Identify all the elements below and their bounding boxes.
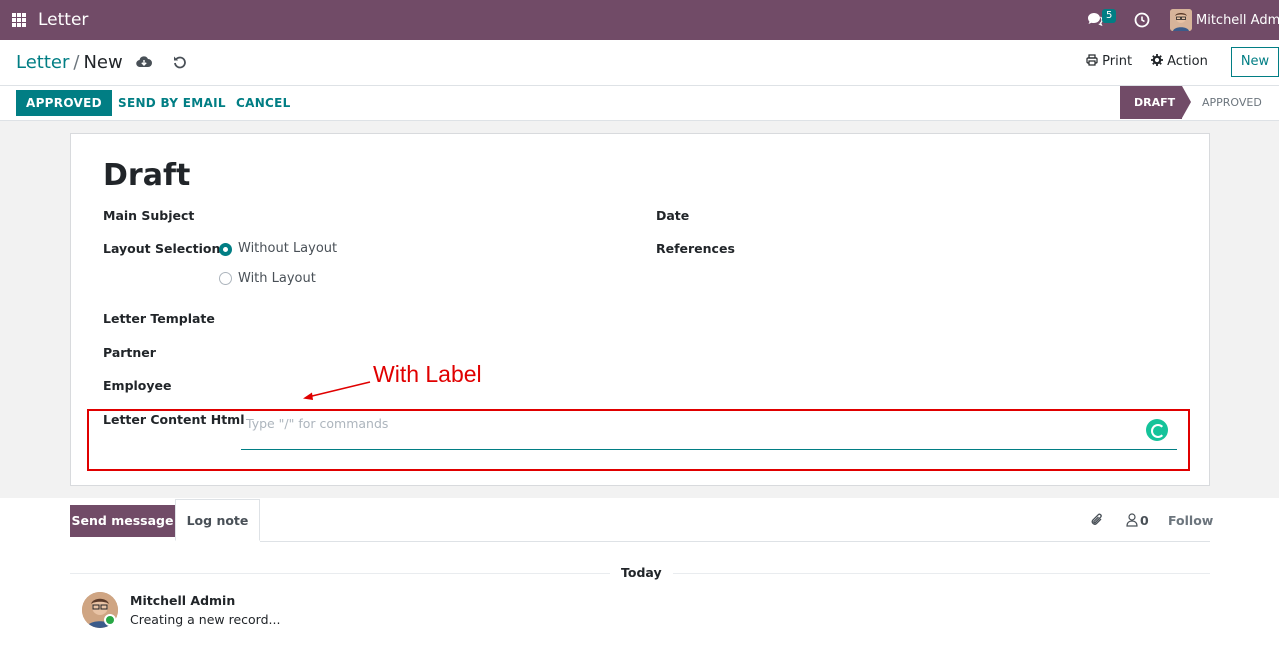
action-button[interactable]: Action (1151, 54, 1208, 69)
online-status-indicator (104, 614, 116, 626)
with-layout-radio[interactable] (219, 272, 232, 285)
record-title: Draft (103, 158, 191, 193)
html-editor-placeholder: Type "/" for commands (246, 416, 389, 431)
layout-selection-label: Layout Selection (103, 241, 221, 256)
log-note-button[interactable]: Log note (175, 499, 260, 541)
stage-arrow (1182, 86, 1191, 118)
control-panel: Letter / New Print Action New (0, 40, 1279, 86)
letter-content-html-label: Letter Content Html (103, 412, 245, 427)
breadcrumb-parent-link[interactable]: Letter (16, 52, 69, 73)
print-label: Print (1102, 54, 1133, 69)
form-statusbar: APPROVED SEND BY EMAIL CANCEL DRAFT APPR… (0, 86, 1279, 121)
send-message-button[interactable]: Send message (70, 505, 175, 537)
with-layout-option-label[interactable]: With Layout (238, 271, 316, 286)
cancel-button[interactable]: CANCEL (236, 90, 291, 116)
references-label: References (656, 241, 735, 256)
app-title[interactable]: Letter (38, 10, 88, 30)
messages-count-badge: 5 (1102, 9, 1117, 23)
new-record-button[interactable]: New (1231, 47, 1279, 77)
message-author[interactable]: Mitchell Admin (130, 593, 235, 608)
approved-button[interactable]: APPROVED (16, 90, 112, 116)
discard-undo-icon[interactable] (173, 55, 187, 73)
apps-menu-icon[interactable] (12, 13, 26, 27)
message-body: Creating a new record... (130, 612, 281, 627)
without-layout-option-label[interactable]: Without Layout (238, 241, 337, 256)
grammarly-icon[interactable] (1146, 419, 1168, 441)
user-name[interactable]: Mitchell Admin (1196, 13, 1279, 28)
breadcrumb-current: New (83, 52, 123, 73)
date-label: Date (656, 208, 690, 223)
followers-count[interactable]: 0 (1140, 513, 1149, 528)
followers-user-icon[interactable] (1126, 513, 1138, 531)
stage-approved[interactable]: APPROVED (1202, 86, 1262, 119)
annotation-label: With Label (373, 361, 482, 387)
send-by-email-button[interactable]: SEND BY EMAIL (118, 90, 226, 116)
follow-button[interactable]: Follow (1168, 513, 1213, 528)
partner-label: Partner (103, 345, 156, 360)
action-label: Action (1167, 54, 1208, 69)
letter-template-label: Letter Template (103, 311, 215, 326)
user-avatar[interactable] (1170, 9, 1192, 31)
save-cloud-icon[interactable] (136, 55, 152, 72)
annotation-arrow-icon (303, 381, 371, 400)
breadcrumb: Letter / New (16, 52, 123, 73)
activity-clock-icon[interactable] (1134, 12, 1150, 32)
top-navbar: Letter 5 Mitchell Admin (0, 0, 1279, 40)
date-separator-label: Today (610, 565, 673, 580)
employee-label: Employee (103, 378, 172, 393)
chatter-topbar-divider (260, 541, 1210, 542)
attachment-paperclip-icon[interactable] (1090, 512, 1104, 532)
messages-icon[interactable] (1087, 12, 1103, 30)
stage-draft[interactable]: DRAFT (1120, 86, 1182, 119)
without-layout-radio[interactable] (219, 243, 232, 256)
print-button[interactable]: Print (1086, 54, 1132, 69)
main-subject-label: Main Subject (103, 208, 195, 223)
breadcrumb-separator: / (73, 52, 80, 73)
